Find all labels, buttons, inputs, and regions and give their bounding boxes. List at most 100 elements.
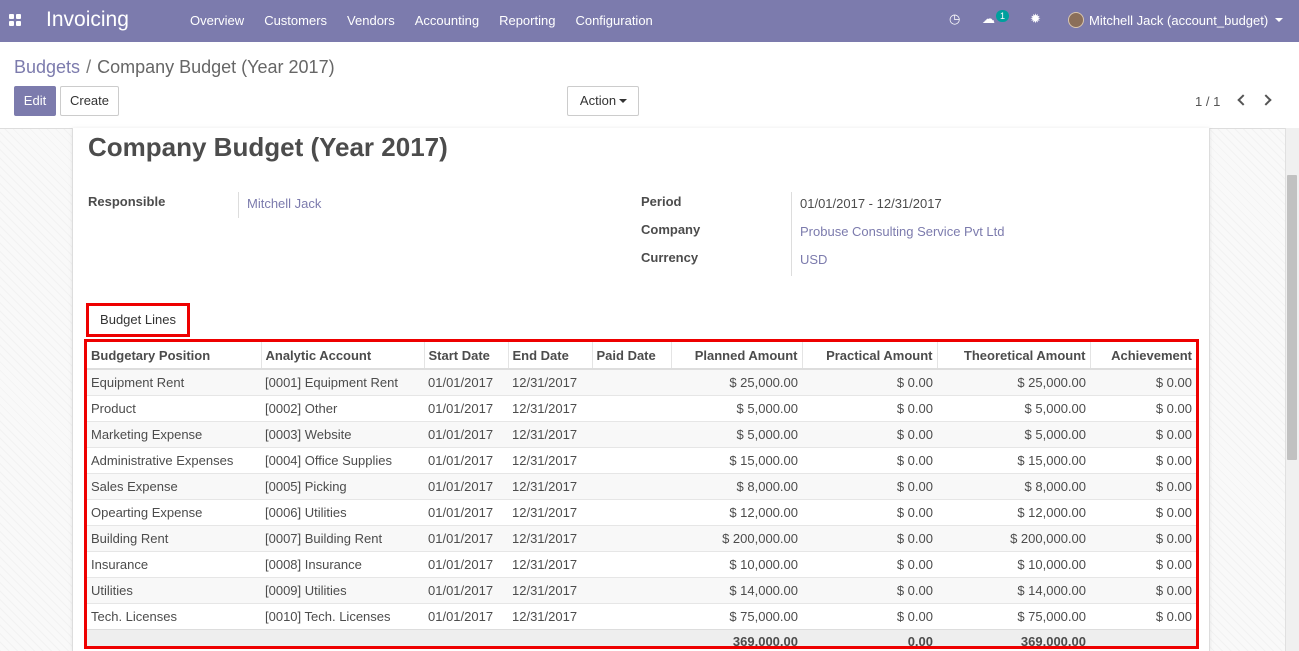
totals-empty-cell [1090, 628, 1196, 646]
field-divider [791, 192, 792, 276]
menu-reporting[interactable]: Reporting [499, 13, 555, 28]
main-menu: Overview Customers Vendors Accounting Re… [190, 13, 673, 28]
cell-end-date: 12/31/2017 [508, 420, 592, 447]
col-end-date[interactable]: End Date [508, 342, 593, 370]
totals-empty-cell [508, 628, 592, 646]
col-budgetary-position[interactable]: Budgetary Position [87, 342, 262, 370]
create-button[interactable]: Create [60, 86, 119, 116]
cell-practical-amount: $ 0.00 [802, 602, 937, 629]
menu-vendors[interactable]: Vendors [347, 13, 395, 28]
cell-budgetary-position: Sales Expense [87, 472, 261, 499]
cell-achievement: $ 0.00 [1090, 524, 1196, 551]
avatar[interactable] [1068, 12, 1084, 28]
cell-start-date: 01/01/2017 [424, 576, 508, 603]
cell-theoretical-amount: $ 10,000.00 [937, 550, 1090, 577]
user-menu[interactable]: Mitchell Jack (account_budget) [1089, 13, 1268, 28]
apps-menu-icon[interactable] [9, 14, 21, 26]
cell-budgetary-position: Insurance [87, 550, 261, 577]
cell-budgetary-position: Building Rent [87, 524, 261, 551]
cell-theoretical-amount: $ 5,000.00 [937, 394, 1090, 421]
tab-budget-lines[interactable]: Budget Lines [86, 303, 190, 337]
col-practical-amount[interactable]: Practical Amount [802, 342, 938, 370]
totals-empty-cell [87, 628, 261, 646]
pager-next-button[interactable] [1260, 92, 1272, 108]
table-row[interactable]: Sales Expense [0005] Picking 01/01/2017 12/… [87, 472, 1196, 499]
breadcrumb-budgets-link[interactable]: Budgets [14, 57, 80, 77]
cell-analytic-account: [0007] Building Rent [261, 524, 424, 551]
action-dropdown[interactable]: Action [567, 86, 639, 116]
col-achievement[interactable]: Achievement [1090, 342, 1196, 370]
breadcrumb-separator: / [86, 57, 92, 77]
table-row[interactable]: Utilities [0009] Utilities 01/01/2017 12/31… [87, 576, 1196, 603]
cell-planned-amount: $ 75,000.00 [671, 602, 802, 629]
breadcrumb-current: Company Budget (Year 2017) [97, 57, 335, 77]
cell-achievement: $ 0.00 [1090, 394, 1196, 421]
cell-theoretical-amount: $ 75,000.00 [937, 602, 1090, 629]
period-field: 01/01/2017 - 12/31/2017 [800, 196, 942, 211]
edit-button[interactable]: Edit [14, 86, 56, 116]
cell-analytic-account: [0008] Insurance [261, 550, 424, 577]
cell-planned-amount: $ 10,000.00 [671, 550, 802, 577]
cell-achievement: $ 0.00 [1090, 498, 1196, 525]
cell-end-date: 12/31/2017 [508, 550, 592, 577]
cell-start-date: 01/01/2017 [424, 498, 508, 525]
menu-overview[interactable]: Overview [190, 13, 244, 28]
menu-configuration[interactable]: Configuration [575, 13, 652, 28]
action-label: Action [579, 93, 617, 108]
cell-theoretical-amount: $ 200,000.00 [937, 524, 1090, 551]
app-title: Invoicing [46, 8, 129, 31]
cell-practical-amount: $ 0.00 [802, 368, 937, 395]
col-paid-date[interactable]: Paid Date [592, 342, 672, 370]
currency-field[interactable]: USD [800, 252, 827, 267]
cell-paid-date [592, 446, 671, 473]
cell-theoretical-amount: $ 12,000.00 [937, 498, 1090, 525]
user-menu-caret-icon[interactable] [1275, 18, 1283, 22]
cell-analytic-account: [0003] Website [261, 420, 424, 447]
responsible-field[interactable]: Mitchell Jack [247, 196, 321, 211]
chevron-right-icon [1260, 94, 1272, 106]
activity-clock-icon[interactable]: ◷ [949, 11, 960, 27]
chevron-down-icon [619, 99, 627, 103]
table-row[interactable]: Administrative Expenses [0004] Office Sup… [87, 446, 1196, 473]
cell-start-date: 01/01/2017 [424, 602, 508, 629]
record-title: Company Budget (Year 2017) [88, 132, 448, 162]
table-row[interactable]: Insurance [0008] Insurance 01/01/2017 12/31… [87, 550, 1196, 577]
cell-budgetary-position: Marketing Expense [87, 420, 261, 447]
cell-analytic-account: [0010] Tech. Licenses [261, 602, 424, 629]
debug-bug-icon[interactable]: ✹ [1030, 11, 1041, 27]
table-row[interactable]: Opearting Expense [0006] Utilities 01/01/2… [87, 498, 1196, 525]
cell-start-date: 01/01/2017 [424, 368, 508, 395]
pager-previous-button[interactable] [1237, 92, 1249, 108]
totals-empty-cell [424, 628, 508, 646]
chevron-left-icon [1237, 94, 1249, 106]
col-planned-amount[interactable]: Planned Amount [671, 342, 803, 370]
table-row[interactable]: Equipment Rent [0001] Equipment Rent 01/01… [87, 368, 1196, 395]
pager-value[interactable]: 1 / 1 [1195, 94, 1220, 109]
menu-accounting[interactable]: Accounting [415, 13, 479, 28]
cell-end-date: 12/31/2017 [508, 368, 592, 395]
cell-planned-amount: $ 8,000.00 [671, 472, 802, 499]
table-row[interactable]: Tech. Licenses [0010] Tech. Licenses 01/01… [87, 602, 1196, 629]
cell-planned-amount: $ 14,000.00 [671, 576, 802, 603]
company-field[interactable]: Probuse Consulting Service Pvt Ltd [800, 224, 1005, 239]
col-analytic-account[interactable]: Analytic Account [261, 342, 425, 370]
cell-practical-amount: $ 0.00 [802, 498, 937, 525]
cell-budgetary-position: Equipment Rent [87, 368, 261, 395]
col-theoretical-amount[interactable]: Theoretical Amount [937, 342, 1091, 370]
table-row[interactable]: Building Rent [0007] Building Rent 01/01/2… [87, 524, 1196, 551]
cell-end-date: 12/31/2017 [508, 524, 592, 551]
cell-theoretical-amount: $ 8,000.00 [937, 472, 1090, 499]
table-row[interactable]: Product [0002] Other 01/01/2017 12/31/2017 $… [87, 394, 1196, 421]
cell-end-date: 12/31/2017 [508, 576, 592, 603]
cell-paid-date [592, 602, 671, 629]
cell-paid-date [592, 576, 671, 603]
responsible-label: Responsible [88, 194, 166, 209]
col-start-date[interactable]: Start Date [424, 342, 509, 370]
table-row[interactable]: Marketing Expense [0003] Website 01/01/201… [87, 420, 1196, 447]
cell-start-date: 01/01/2017 [424, 394, 508, 421]
cell-planned-amount: $ 12,000.00 [671, 498, 802, 525]
scrollbar-thumb[interactable] [1287, 175, 1297, 460]
menu-customers[interactable]: Customers [264, 13, 327, 28]
cell-achievement: $ 0.00 [1090, 550, 1196, 577]
messages-icon[interactable]: ☁ [982, 11, 995, 27]
